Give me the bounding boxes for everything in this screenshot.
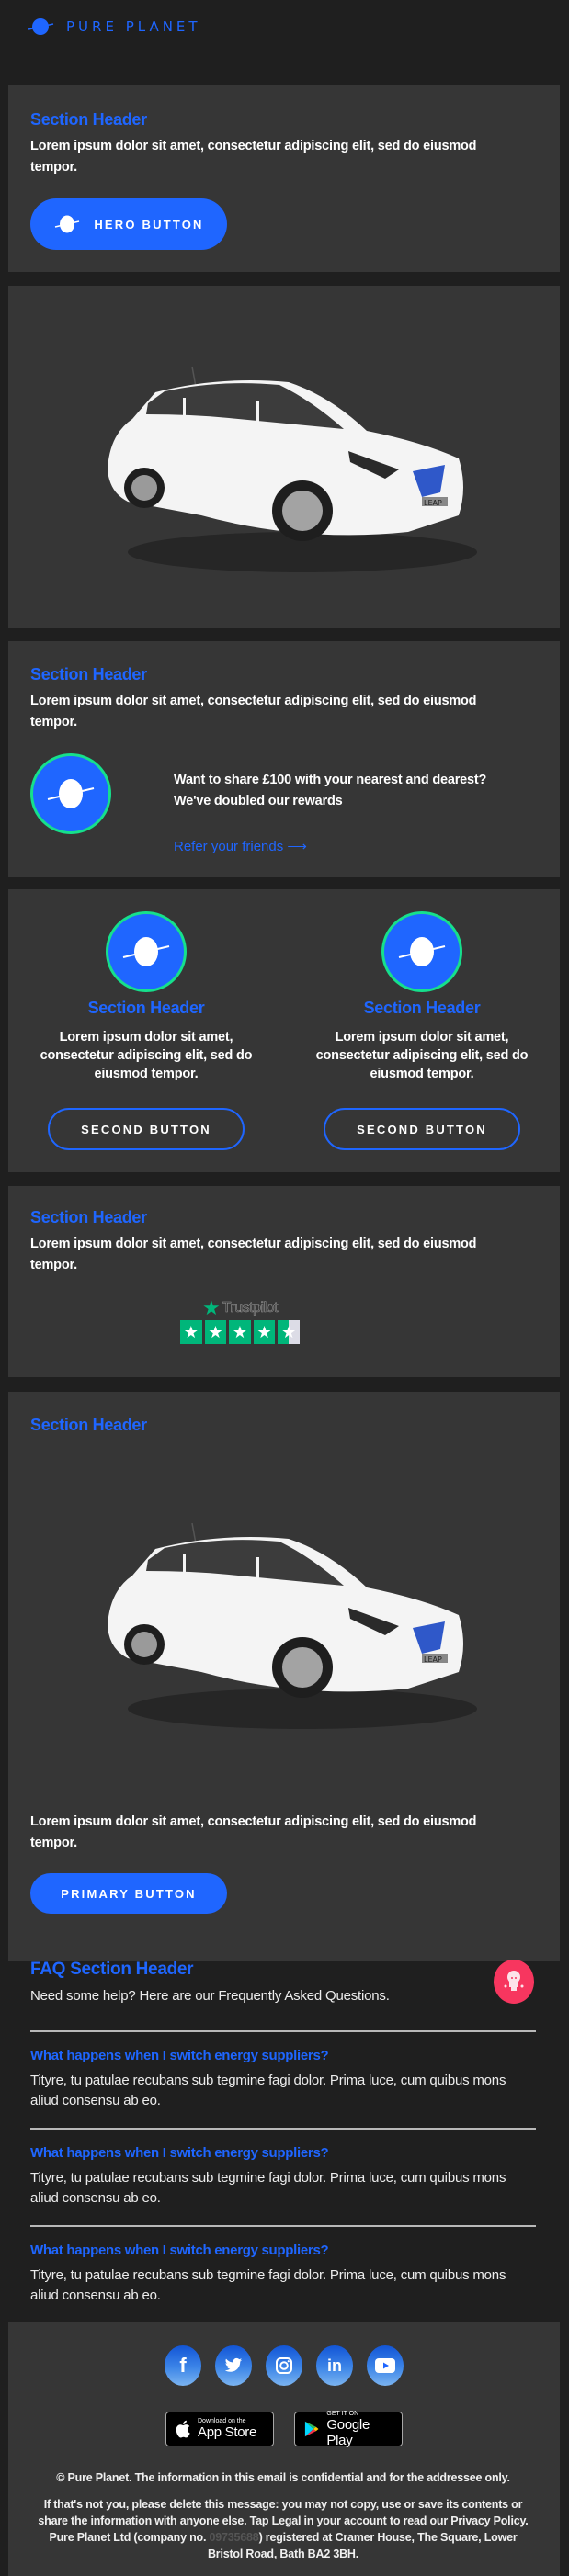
car-image: LEAP	[108, 366, 477, 572]
faq-question[interactable]: What happens when I switch energy suppli…	[30, 2145, 536, 2161]
rating-star: ★	[278, 1320, 300, 1344]
section-body: Lorem ipsum dolor sit amet, consectetur …	[30, 1814, 477, 1850]
legal-text: If that's not you, please delete this me…	[30, 2496, 536, 2562]
planet-icon	[122, 937, 170, 966]
hero-button[interactable]: HERO BUTTON	[30, 198, 227, 250]
brand-name: PURE PLANET	[66, 18, 201, 35]
section-header: Section Header	[30, 110, 147, 129]
google-play-button[interactable]: GET IT ON Google Play	[294, 2410, 403, 2448]
planet-icon	[55, 215, 80, 233]
twitter-icon[interactable]	[215, 2345, 252, 2386]
faq-question[interactable]: What happens when I switch energy suppli…	[30, 2048, 536, 2063]
column-header: Section Header	[87, 999, 205, 1017]
section-body: Lorem ipsum dolor sit amet, consectetur …	[30, 139, 477, 175]
footer: f in Download on the App Store GET IT ON…	[8, 2322, 560, 2576]
referral-promo-text: Want to share £100 with your nearest and…	[174, 773, 487, 808]
copyright-text: © Pure Planet. The information in this e…	[56, 2471, 510, 2484]
faq-answer: Tityre, tu patulae recubans sub tegmine …	[30, 2170, 506, 2206]
google-play-small: GET IT ON	[326, 2410, 359, 2417]
second-button-label: SECOND BUTTON	[81, 1122, 211, 1136]
company-number: 09735688	[209, 2531, 259, 2544]
section-header: Section Header	[30, 1208, 147, 1226]
primary-button-label: PRIMARY BUTTON	[61, 1886, 197, 1901]
referral-planet-badge	[30, 753, 111, 834]
column-planet-badge	[106, 911, 187, 992]
app-store-button[interactable]: Download on the App Store	[165, 2412, 274, 2446]
second-button[interactable]: SECOND BUTTON	[324, 1108, 520, 1150]
facebook-icon[interactable]: f	[165, 2345, 201, 2386]
rating-star: ★	[229, 1320, 251, 1344]
column-right: Section Header Lorem ipsum dolor sit ame…	[284, 889, 560, 1172]
faq-item[interactable]: What happens when I switch energy suppli…	[30, 2145, 536, 2209]
column-planet-badge	[381, 911, 462, 992]
trustpilot-rating-stars: ★ ★ ★ ★ ★	[180, 1320, 300, 1344]
column-left: Section Header Lorem ipsum dolor sit ame…	[8, 889, 284, 1172]
faq-divider	[30, 2128, 536, 2130]
section-body: Lorem ipsum dolor sit amet, consectetur …	[30, 1237, 477, 1272]
faq-header: FAQ Section Header	[30, 1960, 194, 1979]
faq-intro: Need some help? Here are our Frequently …	[30, 1988, 390, 2004]
section-header: Section Header	[30, 1416, 147, 1434]
car-feature-section: Section Header LEAP Lorem ipsum dolor si…	[8, 1392, 560, 1961]
faq-answer: Tityre, tu patulae recubans sub tegmine …	[30, 2267, 506, 2303]
planet-icon	[47, 779, 95, 808]
brand-logo[interactable]: PURE PLANET	[28, 17, 201, 37]
app-store-small: Download on the	[198, 2418, 246, 2424]
rating-star: ★	[180, 1320, 202, 1344]
planet-icon	[398, 937, 446, 966]
rating-star: ★	[253, 1320, 276, 1344]
faq-robot-icon	[494, 1960, 534, 2004]
faq-answer: Tityre, tu patulae recubans sub tegmine …	[30, 2073, 506, 2108]
app-store-big: App Store	[198, 2424, 257, 2440]
trustpilot-brand: Trustpilot	[222, 1300, 278, 1316]
car-badge: LEAP	[424, 1655, 442, 1664]
two-column-section: Section Header Lorem ipsum dolor sit ame…	[8, 889, 560, 1172]
rating-star: ★	[204, 1320, 227, 1344]
linkedin-icon[interactable]: in	[316, 2345, 353, 2386]
second-button[interactable]: SECOND BUTTON	[48, 1108, 245, 1150]
column-body: Lorem ipsum dolor sit amet, consectetur …	[315, 1030, 529, 1081]
hero-button-label: HERO BUTTON	[94, 217, 204, 232]
trustpilot-widget[interactable]: ★ Trustpilot ★ ★ ★ ★ ★	[180, 1298, 300, 1344]
faq-divider	[30, 2225, 536, 2227]
column-body: Lorem ipsum dolor sit amet, consectetur …	[40, 1030, 253, 1081]
youtube-icon[interactable]	[367, 2345, 404, 2386]
social-links: f in	[165, 2345, 404, 2386]
refer-friends-link[interactable]: Refer your friends ⟶	[174, 838, 307, 854]
google-play-big: Google Play	[326, 2416, 370, 2448]
faq-question[interactable]: What happens when I switch energy suppli…	[30, 2243, 536, 2258]
faq-item[interactable]: What happens when I switch energy suppli…	[30, 2243, 536, 2306]
faq-item[interactable]: What happens when I switch energy suppli…	[30, 2048, 536, 2111]
faq-divider	[30, 2030, 536, 2032]
primary-button[interactable]: PRIMARY BUTTON	[30, 1873, 227, 1914]
trustpilot-section: Section Header Lorem ipsum dolor sit ame…	[8, 1186, 560, 1377]
section-header: Section Header	[30, 665, 147, 684]
apple-icon	[176, 2420, 190, 2438]
google-play-icon	[304, 2421, 319, 2437]
referral-section: Section Header Lorem ipsum dolor sit ame…	[8, 641, 560, 877]
second-button-label: SECOND BUTTON	[357, 1122, 487, 1136]
car-image-section: LEAP	[8, 286, 560, 628]
trustpilot-star-icon: ★	[202, 1296, 221, 1319]
section-body: Lorem ipsum dolor sit amet, consectetur …	[30, 694, 477, 729]
car-badge: LEAP	[424, 499, 442, 507]
planet-logo-icon	[28, 18, 54, 35]
car-image: LEAP	[108, 1522, 477, 1729]
column-header: Section Header	[363, 999, 481, 1017]
hero-section: Section Header Lorem ipsum dolor sit ame…	[8, 85, 560, 272]
instagram-icon[interactable]	[266, 2345, 302, 2386]
